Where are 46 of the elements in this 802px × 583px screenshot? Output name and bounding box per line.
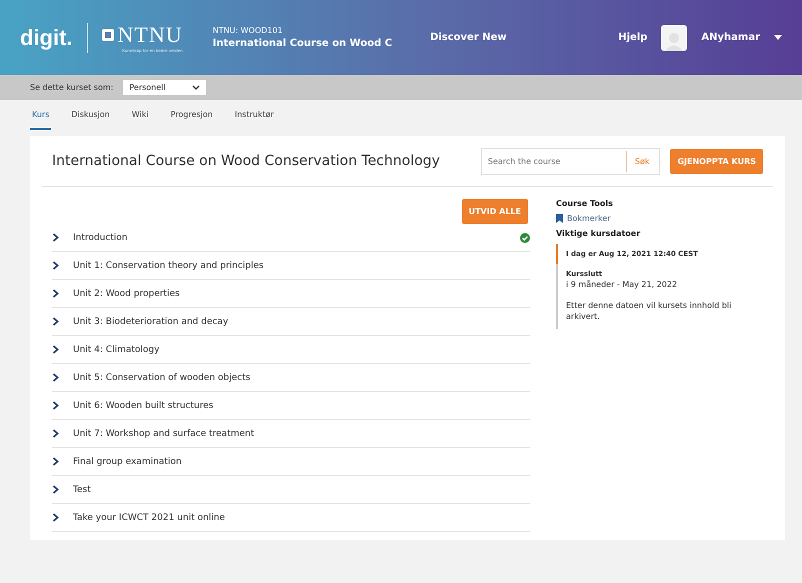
bookmarks-link[interactable]: Bokmerker (567, 214, 611, 223)
course-tab[interactable]: Progresjon (168, 100, 215, 130)
section-title[interactable]: Unit 3: Biodeterioration and decay (73, 316, 530, 326)
date-detail: i 9 måneder - May 21, 2022 (566, 280, 678, 289)
course-name: International Course on Wood C (212, 38, 392, 49)
role-dropdown[interactable]: Personell (123, 80, 206, 95)
username[interactable]: ANyhamar (701, 32, 760, 43)
section-title[interactable]: Unit 1: Conservation theory and principles (73, 260, 530, 270)
chevron-icon[interactable] (52, 401, 59, 410)
section-title[interactable]: Introduction (73, 232, 506, 242)
date-note: Etter denne datoen vil kursets innhold bli arkivert. (566, 301, 732, 323)
section-title[interactable]: Test (73, 484, 530, 494)
help-link[interactable]: Hjelp (618, 32, 648, 43)
bookmark-icon[interactable] (556, 214, 563, 223)
course-title: International Course on Wood Conservation Technology (52, 153, 441, 169)
chevron-icon[interactable] (52, 317, 59, 326)
chevron-icon[interactable] (52, 429, 59, 438)
dates-heading: Viktige kursdatoer (556, 229, 642, 238)
chevron-icon[interactable] (52, 457, 59, 466)
course-tab[interactable]: Kurs (30, 100, 52, 130)
section-title[interactable]: Final group examination (73, 456, 530, 466)
chevron-icon[interactable] (52, 485, 59, 494)
course-tab[interactable]: Instruktør (232, 100, 276, 130)
chevron-icon[interactable] (52, 345, 59, 354)
section-title[interactable]: Unit 4: Climatology (73, 344, 530, 354)
course-tab[interactable]: Diskusjon (69, 100, 112, 130)
chevron-icon[interactable] (52, 373, 59, 382)
chevron-down-icon[interactable] (192, 85, 200, 90)
tools-heading: Course Tools (556, 199, 614, 208)
chevron-icon[interactable] (52, 261, 59, 270)
discover-link[interactable]: Discover New (430, 32, 507, 43)
avatar-icon[interactable] (661, 24, 688, 50)
course-code: NTNU: WOOD101 (212, 26, 284, 35)
section-title[interactable]: Unit 6: Wooden built structures (73, 400, 530, 410)
course-tab[interactable]: Wiki (130, 100, 151, 130)
section-title[interactable]: Unit 7: Workshop and surface treatment (73, 428, 530, 438)
chevron-icon[interactable] (52, 513, 59, 522)
caret-icon[interactable] (774, 35, 782, 40)
section-title[interactable]: Take your ICWCT 2021 unit online (73, 512, 530, 522)
view-as-label: Se dette kurset som: (30, 83, 114, 92)
section-title[interactable]: Unit 5: Conservation of wooden objects (73, 372, 530, 382)
chevron-icon[interactable] (52, 233, 59, 242)
section-title[interactable]: Unit 2: Wood properties (73, 288, 530, 298)
chevron-icon[interactable] (52, 289, 59, 298)
logo-icon (102, 29, 114, 41)
university-logo: NTNU (118, 22, 183, 48)
